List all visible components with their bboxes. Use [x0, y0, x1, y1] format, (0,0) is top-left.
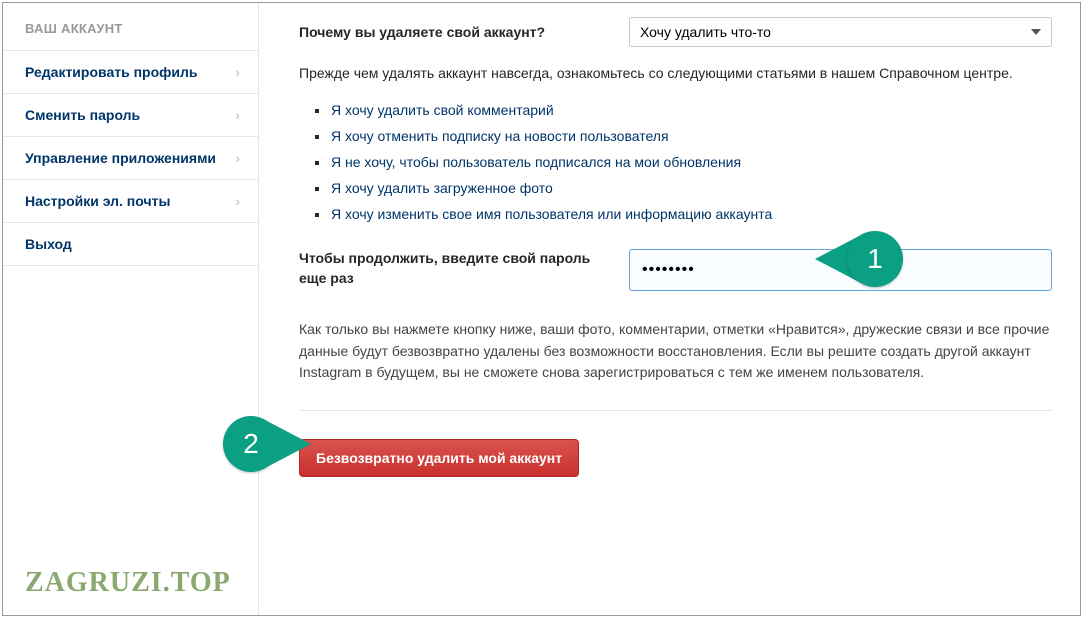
- intro-text: Прежде чем удалять аккаунт навсегда, озн…: [299, 65, 1052, 81]
- help-link[interactable]: Я хочу удалить свой комментарий: [317, 97, 1052, 123]
- sidebar-item-manage-apps[interactable]: Управление приложениями ›: [3, 136, 258, 179]
- help-link[interactable]: Я хочу отменить подписку на новости поль…: [317, 123, 1052, 149]
- password-label: Чтобы продолжить, введите свой пароль ещ…: [299, 249, 599, 288]
- delete-account-button[interactable]: Безвозвратно удалить мой аккаунт: [299, 439, 579, 477]
- help-link[interactable]: Я не хочу, чтобы пользователь подписался…: [317, 149, 1052, 175]
- delete-reason-label: Почему вы удаляете свой аккаунт?: [299, 24, 599, 40]
- help-link[interactable]: Я хочу удалить загруженное фото: [317, 175, 1052, 201]
- delete-reason-select[interactable]: Хочу удалить что-то: [629, 17, 1052, 47]
- chevron-right-icon: ›: [235, 193, 240, 209]
- sidebar-item-logout[interactable]: Выход: [3, 222, 258, 266]
- divider: [299, 410, 1052, 411]
- main-content: Почему вы удаляете свой аккаунт? Хочу уд…: [259, 3, 1080, 615]
- sidebar-item-email-settings[interactable]: Настройки эл. почты ›: [3, 179, 258, 222]
- sidebar-item-label: Редактировать профиль: [25, 64, 198, 80]
- password-row: Чтобы продолжить, введите свой пароль ещ…: [299, 249, 1052, 291]
- sidebar-item-edit-profile[interactable]: Редактировать профиль ›: [3, 50, 258, 93]
- sidebar-item-label: Настройки эл. почты: [25, 193, 170, 209]
- sidebar-item-label: Управление приложениями: [25, 150, 216, 166]
- password-input[interactable]: [629, 249, 1052, 291]
- sidebar-header: ВАШ АККАУНТ: [3, 3, 258, 50]
- sidebar-item-change-password[interactable]: Сменить пароль ›: [3, 93, 258, 136]
- chevron-right-icon: ›: [235, 107, 240, 123]
- chevron-right-icon: ›: [235, 64, 240, 80]
- settings-frame: ВАШ АККАУНТ Редактировать профиль › Смен…: [2, 2, 1081, 616]
- sidebar: ВАШ АККАУНТ Редактировать профиль › Смен…: [3, 3, 259, 615]
- sidebar-item-label: Сменить пароль: [25, 107, 140, 123]
- delete-reason-row: Почему вы удаляете свой аккаунт? Хочу уд…: [299, 17, 1052, 47]
- sidebar-item-label: Выход: [25, 236, 72, 252]
- chevron-right-icon: ›: [235, 150, 240, 166]
- help-links-list: Я хочу удалить свой комментарий Я хочу о…: [299, 97, 1052, 227]
- warning-text: Как только вы нажмете кнопку ниже, ваши …: [299, 319, 1052, 384]
- help-link[interactable]: Я хочу изменить свое имя пользователя ил…: [317, 201, 1052, 227]
